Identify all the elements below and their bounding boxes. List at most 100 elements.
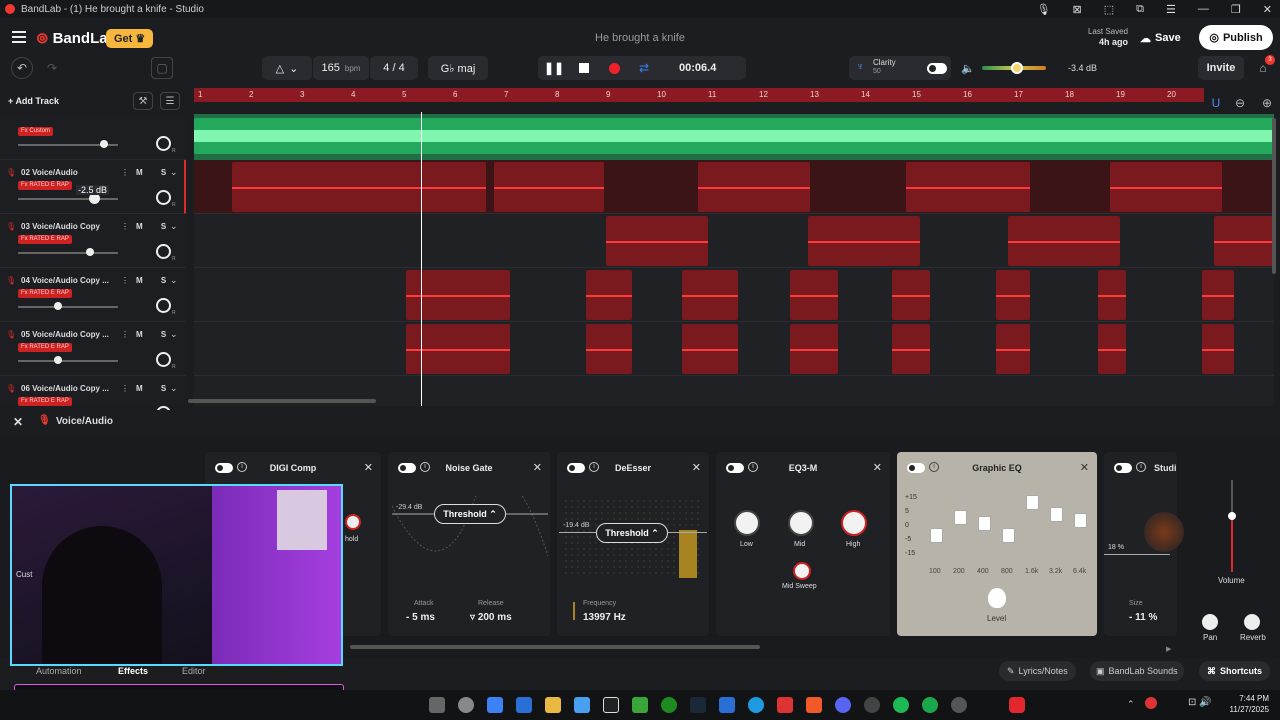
- maximize-button[interactable]: ❐: [1231, 3, 1241, 16]
- remove-effect-icon[interactable]: ✕: [364, 461, 373, 474]
- chevron-down-icon[interactable]: ⌄: [170, 329, 178, 340]
- low-knob[interactable]: [734, 510, 760, 536]
- track-name[interactable]: 04 Voice/Audio Copy ...: [21, 276, 109, 285]
- playhead[interactable]: [421, 112, 422, 406]
- track-pan-knob[interactable]: [156, 190, 171, 205]
- master-volume-thumb[interactable]: [1011, 62, 1023, 74]
- mic-icon[interactable]: 🎙: [1037, 3, 1051, 16]
- tab-editor[interactable]: Editor: [182, 666, 206, 676]
- audio-clip[interactable]: [1098, 324, 1126, 374]
- audio-clip[interactable]: [1110, 162, 1222, 212]
- tab-automation[interactable]: Automation: [36, 666, 82, 676]
- audio-clip[interactable]: [996, 270, 1030, 320]
- track-fx-badge[interactable]: Fx RATED E RAP: [18, 289, 72, 298]
- track-volume-slider[interactable]: [18, 306, 118, 308]
- track-volume-slider[interactable]: [18, 360, 118, 362]
- extensions-icon[interactable]: ⬚: [1104, 3, 1114, 16]
- wifi-volume-icon[interactable]: ⊡ 🔊: [1188, 697, 1212, 708]
- eq-band-handle[interactable]: [978, 516, 991, 531]
- audio-clip[interactable]: [698, 162, 810, 212]
- more-options-icon[interactable]: ⋮: [121, 276, 129, 285]
- audio-clip[interactable]: [996, 324, 1030, 374]
- audio-clip[interactable]: [1202, 270, 1234, 320]
- eq-band-handle[interactable]: [954, 510, 967, 525]
- track-pan-knob[interactable]: [156, 352, 171, 367]
- track-volume-thumb[interactable]: [100, 140, 108, 148]
- track-header[interactable]: 🎙 02 Voice/Audio Fx RATED E RAP ⋮ M S ⌄ R -2.5 …: [0, 160, 186, 214]
- brand[interactable]: ⊚ BandLab: [36, 29, 117, 48]
- track-name[interactable]: 06 Voice/Audio Copy ...: [21, 384, 109, 393]
- minimize-button[interactable]: —: [1198, 3, 1209, 15]
- track-name[interactable]: 03 Voice/Audio Copy: [21, 222, 100, 231]
- undo-icon[interactable]: ↶: [11, 57, 33, 79]
- chevron-down-icon[interactable]: ⌄: [170, 167, 178, 178]
- high-knob[interactable]: [841, 510, 867, 536]
- remove-effect-icon[interactable]: ✕: [1080, 461, 1089, 474]
- capcut-icon[interactable]: [603, 697, 619, 713]
- track-pan-knob[interactable]: [156, 244, 171, 259]
- mute-solo-buttons[interactable]: M S: [136, 384, 174, 393]
- scroll-right-icon[interactable]: ▶: [1166, 645, 1171, 653]
- discord-icon[interactable]: [835, 697, 851, 713]
- audio-clip[interactable]: [790, 324, 838, 374]
- metronome-control[interactable]: △ ⌄: [262, 56, 312, 80]
- google-icon[interactable]: [864, 697, 880, 713]
- level-knob[interactable]: [988, 588, 1006, 608]
- eq-band-handle[interactable]: [1026, 495, 1039, 510]
- threshold-knob[interactable]: [345, 514, 361, 530]
- store-icon[interactable]: [574, 697, 590, 713]
- tab-effects[interactable]: Effects: [118, 666, 148, 676]
- deesser-threshold-button[interactable]: Threshold ⌃: [596, 523, 668, 543]
- xbox-icon[interactable]: [661, 697, 677, 713]
- record-button[interactable]: [603, 57, 625, 79]
- bandlab-taskbar-icon[interactable]: [1009, 697, 1025, 713]
- eq-band-handle[interactable]: [1050, 507, 1063, 522]
- track-header[interactable]: 🎙 03 Voice/Audio Copy Fx RATED E RAP ⋮ M S ⌄ R: [0, 214, 186, 268]
- zoom-out-icon[interactable]: ⊖: [1229, 92, 1251, 114]
- stop-button[interactable]: [573, 57, 595, 79]
- track-fx-badge[interactable]: Fx RATED E RAP: [18, 181, 72, 190]
- bandlab-sounds-button[interactable]: ▣ BandLab Sounds: [1090, 661, 1184, 681]
- timeline-ruler[interactable]: 1 2 3 4 5 6 7 8 9 10 11 12 13 14 15 16 17 18 19 20: [194, 88, 1204, 102]
- track-volume-slider[interactable]: [18, 198, 118, 200]
- edge-icon[interactable]: [748, 697, 764, 713]
- audio-clip[interactable]: [494, 162, 604, 212]
- settings-icon[interactable]: [458, 697, 474, 713]
- track-fx-badge[interactable]: Fx RATED E RAP: [18, 397, 72, 406]
- track-lane-4[interactable]: [194, 268, 1274, 322]
- bpm-field[interactable]: 165 bpm: [313, 56, 369, 80]
- audio-clip[interactable]: [606, 216, 708, 266]
- media-player-icon[interactable]: [951, 697, 967, 713]
- track-lane-2[interactable]: [194, 160, 1274, 214]
- audio-clip[interactable]: [232, 162, 486, 212]
- track-fx-badge[interactable]: Fx RATED E RAP: [18, 235, 72, 244]
- fullscreen-icon[interactable]: ▢: [151, 57, 173, 79]
- shortcuts-button[interactable]: ⌘ Shortcuts: [1199, 661, 1271, 681]
- track-header[interactable]: Fx Custom R: [0, 106, 186, 160]
- audio-clip[interactable]: [1202, 324, 1234, 374]
- effects-scrollbar[interactable]: [350, 645, 760, 649]
- mid-sweep-knob[interactable]: [793, 562, 811, 580]
- audio-clip[interactable]: [682, 324, 738, 374]
- chevron-down-icon[interactable]: ⌄: [170, 275, 178, 286]
- clarity-toggle[interactable]: [927, 63, 947, 74]
- pause-icon[interactable]: ❚❚: [543, 57, 565, 79]
- mute-solo-buttons[interactable]: M S: [136, 330, 174, 339]
- remove-effect-icon[interactable]: ✕: [692, 461, 701, 474]
- invite-button[interactable]: Invite: [1198, 56, 1244, 80]
- get-membership-button[interactable]: Get ♛: [106, 29, 154, 48]
- magnet-icon[interactable]: U: [1205, 92, 1227, 114]
- file-explorer-icon[interactable]: [545, 697, 561, 713]
- tray-chevron-icon[interactable]: ⌃: [1127, 699, 1135, 710]
- volume-fader-thumb[interactable]: [1228, 512, 1236, 520]
- mute-solo-buttons[interactable]: M S: [136, 276, 174, 285]
- save-button[interactable]: ☁ Save: [1140, 27, 1181, 49]
- youtube-icon[interactable]: [777, 697, 793, 713]
- frequency-value[interactable]: 13997 Hz: [583, 612, 626, 623]
- mail-icon[interactable]: [487, 697, 503, 713]
- audio-clip[interactable]: [906, 162, 1030, 212]
- track-pan-knob[interactable]: [156, 298, 171, 313]
- track-header[interactable]: 🎙 04 Voice/Audio Copy ... Fx RATED E RAP ⋮ M…: [0, 268, 186, 322]
- audio-clip[interactable]: [1098, 270, 1126, 320]
- track-name[interactable]: 05 Voice/Audio Copy ...: [21, 330, 109, 339]
